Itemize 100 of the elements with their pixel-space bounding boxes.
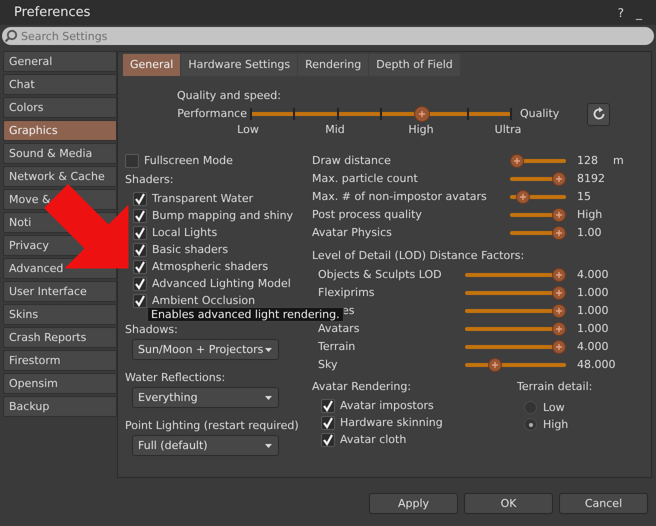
tick-label: Low: [237, 123, 259, 137]
slider-label: Post process quality: [312, 208, 423, 222]
title-bar-button[interactable]: _: [636, 6, 642, 20]
sidebar-item[interactable]: Chat: [3, 74, 117, 95]
dialog-button[interactable]: OK: [464, 493, 553, 514]
slider-label: Quality: [520, 107, 560, 121]
checkbox[interactable]: [133, 192, 147, 206]
title-bar-button[interactable]: ?: [618, 6, 624, 20]
slider-thumb[interactable]: [552, 304, 566, 318]
slider-thumb[interactable]: [414, 106, 430, 122]
slider[interactable]: [465, 286, 566, 300]
slider-label: Avatars: [317, 322, 360, 336]
slider-label: Avatar Physics: [312, 226, 393, 240]
section-label: Avatar Rendering:: [312, 380, 412, 395]
slider-label: Terrain: [317, 340, 356, 354]
slider[interactable]: [510, 190, 566, 204]
checkbox-label: Advanced Lighting Model: [152, 276, 291, 290]
sidebar-item[interactable]: Skins: [3, 304, 117, 325]
slider-thumb[interactable]: [552, 340, 566, 354]
checkbox[interactable]: [321, 432, 335, 446]
slider-value: 4.000: [577, 268, 608, 282]
checkbox[interactable]: [133, 208, 147, 222]
slider[interactable]: [510, 154, 566, 168]
checkbox[interactable]: [133, 294, 147, 308]
checkbox[interactable]: [125, 154, 139, 168]
checkbox-label: Fullscreen Mode: [144, 154, 233, 168]
sidebar-item[interactable]: Firestorm: [3, 350, 117, 371]
slider[interactable]: [465, 304, 566, 318]
quality-slider[interactable]: [250, 106, 512, 122]
checkbox[interactable]: [133, 260, 147, 274]
radio-label: High: [543, 418, 568, 432]
window-title: Preferences: [14, 6, 92, 20]
sidebar-item[interactable]: User Interface: [3, 281, 117, 302]
slider[interactable]: [510, 172, 566, 186]
radio-button[interactable]: [524, 418, 537, 431]
slider[interactable]: [465, 322, 566, 336]
tooltip: Enables advanced light rendering.: [147, 307, 344, 322]
slider[interactable]: [465, 268, 566, 282]
slider-label: Sky: [317, 358, 338, 372]
dialog-button[interactable]: Apply: [369, 493, 458, 514]
sidebar-item[interactable]: General: [3, 51, 117, 72]
sidebar-item[interactable]: Backup: [3, 396, 117, 417]
tab[interactable]: Depth of Field: [369, 54, 460, 76]
slider-value: 1.000: [577, 286, 608, 300]
tab[interactable]: General: [123, 54, 180, 76]
caret-icon: [264, 442, 273, 448]
tab[interactable]: Hardware Settings: [181, 54, 298, 76]
slider-thumb[interactable]: [552, 226, 566, 240]
slider-thumb[interactable]: [552, 172, 566, 186]
sidebar-item[interactable]: Network & Cache: [3, 166, 117, 187]
sidebar-item[interactable]: Graphics: [3, 120, 117, 141]
search-icon: [4, 29, 18, 43]
section-label: Quality and speed:: [177, 89, 281, 104]
unit-label: m: [613, 154, 624, 168]
dropdown[interactable]: Everything: [132, 387, 279, 408]
slider-thumb[interactable]: [488, 358, 502, 372]
checkbox-label: Avatar impostors: [340, 398, 434, 412]
slider-value: 48.000: [577, 358, 616, 372]
slider[interactable]: [510, 226, 566, 240]
slider[interactable]: [465, 340, 566, 354]
caret-icon: [264, 394, 273, 400]
slider-value: 15: [577, 190, 591, 204]
dropdown[interactable]: Sun/Moon + Projectors: [132, 339, 279, 360]
section-label: Level of Detail (LOD) Distance Factors:: [312, 249, 526, 264]
slider-label: Flexiprims: [317, 286, 376, 300]
refresh-icon: [592, 107, 606, 121]
slider-thumb[interactable]: [552, 268, 566, 282]
checkbox[interactable]: [321, 398, 335, 412]
slider-thumb[interactable]: [552, 208, 566, 222]
slider-value: 8192: [577, 172, 605, 186]
checkbox-label: Atmospheric shaders: [152, 260, 268, 274]
checkbox[interactable]: [133, 276, 147, 290]
slider-label: Max. # of non-impostor avatars: [312, 190, 488, 204]
slider-thumb[interactable]: [516, 190, 530, 204]
section-label: Shaders:: [125, 173, 174, 188]
tick-label: Mid: [325, 123, 345, 137]
sidebar-item[interactable]: Sound & Media: [3, 143, 117, 164]
checkbox-label: Hardware skinning: [340, 416, 443, 430]
dropdown[interactable]: Full (default): [132, 435, 279, 456]
radio-label: Low: [543, 400, 565, 414]
slider[interactable]: [465, 358, 566, 372]
dialog-button[interactable]: Cancel: [559, 493, 648, 514]
checkbox-label: Bump mapping and shiny: [152, 208, 294, 222]
sidebar-item[interactable]: Colors: [3, 97, 117, 118]
section-label: Point Lighting (restart required): [125, 419, 300, 433]
checkbox[interactable]: [133, 226, 147, 240]
checkbox[interactable]: [133, 242, 147, 256]
checkbox[interactable]: [321, 416, 335, 430]
slider-label: Objects & Sculpts LOD: [317, 268, 443, 282]
slider-thumb[interactable]: [510, 154, 524, 168]
slider-thumb[interactable]: [552, 322, 566, 336]
sidebar-item[interactable]: Crash Reports: [3, 327, 117, 348]
sidebar-item[interactable]: Opensim: [3, 373, 117, 394]
slider[interactable]: [510, 208, 566, 222]
tick-label: High: [408, 123, 434, 137]
search-field[interactable]: Search Settings: [2, 27, 654, 45]
reset-button[interactable]: [587, 102, 610, 126]
slider-value: 128: [577, 154, 598, 168]
tab[interactable]: Rendering: [298, 54, 368, 76]
slider-thumb[interactable]: [552, 286, 566, 300]
